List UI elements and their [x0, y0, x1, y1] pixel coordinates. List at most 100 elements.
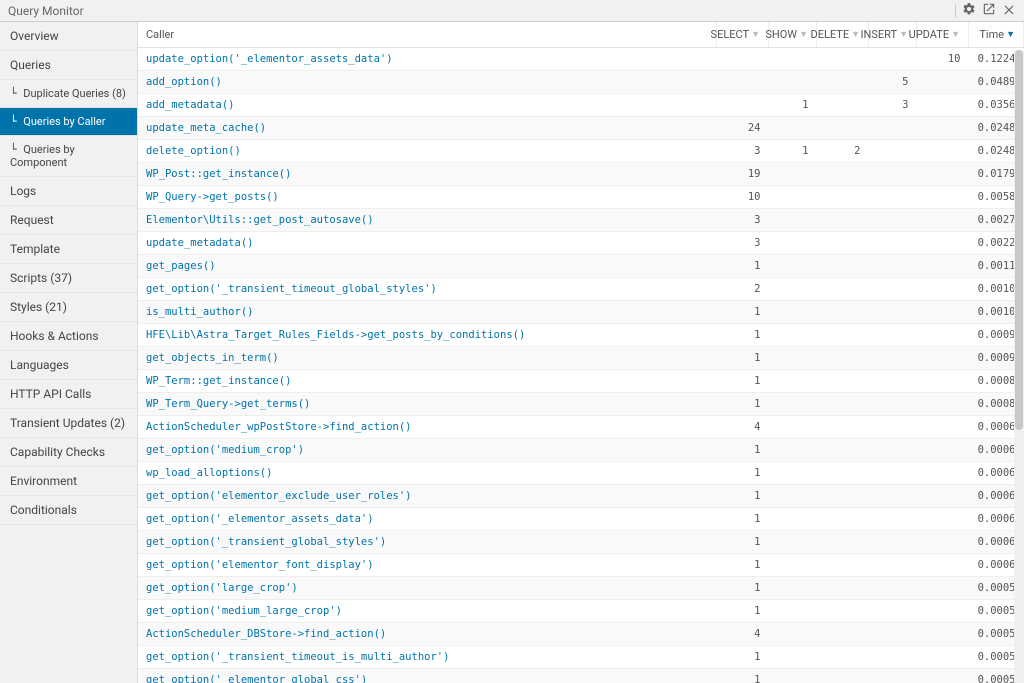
sidebar-item[interactable]: Transient Updates (2) [0, 409, 137, 438]
cell-caller[interactable]: update_meta_cache() [138, 117, 717, 140]
cell-delete [817, 71, 869, 94]
cell-update [917, 163, 969, 186]
close-icon[interactable] [1002, 2, 1016, 19]
sidebar-item[interactable]: Overview [0, 22, 137, 51]
sidebar-item[interactable]: Queries [0, 51, 137, 80]
cell-show [769, 646, 817, 669]
sidebar-item[interactable]: Styles (21) [0, 293, 137, 322]
cell-update [917, 278, 969, 301]
popout-icon[interactable] [982, 2, 996, 19]
cell-caller[interactable]: Elementor\Utils::get_post_autosave() [138, 209, 717, 232]
table-scroll[interactable]: Caller SELECT▼ SHOW▼ DELETE▼ [138, 22, 1024, 683]
col-time-label: Time [979, 28, 1004, 41]
cell-caller[interactable]: WP_Query->get_posts() [138, 186, 717, 209]
cell-caller[interactable]: update_option('_elementor_assets_data') [138, 48, 717, 71]
cell-delete [817, 163, 869, 186]
cell-insert [869, 48, 917, 71]
cell-update [917, 508, 969, 531]
col-show-label: SHOW [765, 28, 797, 41]
cell-caller[interactable]: get_option('_transient_timeout_global_st… [138, 278, 717, 301]
sidebar-item[interactable]: └ Queries by Component [0, 136, 137, 177]
cell-update [917, 370, 969, 393]
table-row: wp_load_alloptions()10.0006 [138, 462, 1024, 485]
col-update[interactable]: UPDATE▼ [917, 22, 969, 48]
cell-caller[interactable]: ActionScheduler_wpPostStore->find_action… [138, 416, 717, 439]
cell-show [769, 669, 817, 683]
cell-caller[interactable]: get_pages() [138, 255, 717, 278]
cell-select: 1 [717, 554, 769, 577]
cell-caller[interactable]: get_option('_elementor_assets_data') [138, 508, 717, 531]
cell-caller[interactable]: get_option('_transient_global_styles') [138, 531, 717, 554]
cell-caller[interactable]: is_multi_author() [138, 301, 717, 324]
cell-delete [817, 324, 869, 347]
col-show[interactable]: SHOW▼ [769, 22, 817, 48]
scrollbar-thumb[interactable] [1015, 50, 1023, 430]
table-header-row: Caller SELECT▼ SHOW▼ DELETE▼ [138, 22, 1024, 48]
cell-caller[interactable]: HFE\Lib\Astra_Target_Rules_Fields->get_p… [138, 324, 717, 347]
sidebar-item[interactable]: Languages [0, 351, 137, 380]
cell-delete [817, 577, 869, 600]
cell-caller[interactable]: delete_option() [138, 140, 717, 163]
cell-caller[interactable]: update_metadata() [138, 232, 717, 255]
sidebar-item[interactable]: HTTP API Calls [0, 380, 137, 409]
col-select[interactable]: SELECT▼ [717, 22, 769, 48]
app-frame: Query Monitor OverviewQueries└ Duplicate… [0, 0, 1024, 683]
cell-show [769, 117, 817, 140]
table-row: get_option('elementor_exclude_user_roles… [138, 485, 1024, 508]
cell-delete [817, 462, 869, 485]
sidebar-item-label: Hooks & Actions [10, 329, 99, 343]
cell-delete [817, 186, 869, 209]
cell-caller[interactable]: get_option('medium_large_crop') [138, 600, 717, 623]
cell-update [917, 577, 969, 600]
cell-caller[interactable]: get_option('_transient_timeout_is_multi_… [138, 646, 717, 669]
sidebar-item[interactable]: └ Duplicate Queries (8) [0, 80, 137, 108]
cell-caller[interactable]: get_option('medium_crop') [138, 439, 717, 462]
table-row: add_option()50.0489 [138, 71, 1024, 94]
cell-caller[interactable]: add_option() [138, 71, 717, 94]
cell-caller[interactable]: WP_Term_Query->get_terms() [138, 393, 717, 416]
cell-caller[interactable]: WP_Term::get_instance() [138, 370, 717, 393]
sidebar-item[interactable]: Conditionals [0, 496, 137, 525]
cell-insert [869, 117, 917, 140]
cell-show [769, 439, 817, 462]
sidebar-item-label: Overview [10, 29, 59, 43]
sidebar-item[interactable]: └ Queries by Caller [0, 108, 137, 136]
col-insert-label: INSERT [861, 28, 898, 41]
cell-caller[interactable]: get_objects_in_term() [138, 347, 717, 370]
cell-caller[interactable]: get_option('large_crop') [138, 577, 717, 600]
cell-caller[interactable]: get_option('elementor_exclude_user_roles… [138, 485, 717, 508]
table-row: get_option('_elementor_assets_data')10.0… [138, 508, 1024, 531]
cell-select: 3 [717, 232, 769, 255]
col-time[interactable]: Time▼ [969, 22, 1024, 48]
cell-select: 1 [717, 600, 769, 623]
col-caller-label: Caller [146, 28, 174, 41]
cell-caller[interactable]: wp_load_alloptions() [138, 462, 717, 485]
sidebar-item[interactable]: Capability Checks [0, 438, 137, 467]
table-row: get_option('_transient_timeout_global_st… [138, 278, 1024, 301]
cell-caller[interactable]: get_option('_elementor_global_css') [138, 669, 717, 683]
cell-caller[interactable]: WP_Post::get_instance() [138, 163, 717, 186]
cell-caller[interactable]: get_option('elementor_font_display') [138, 554, 717, 577]
sidebar-item[interactable]: Scripts (37) [0, 264, 137, 293]
cell-select: 10 [717, 186, 769, 209]
settings-icon[interactable] [962, 2, 976, 19]
sidebar-item[interactable]: Hooks & Actions [0, 322, 137, 351]
sidebar-item[interactable]: Environment [0, 467, 137, 496]
cell-select: 1 [717, 301, 769, 324]
cell-update [917, 209, 969, 232]
col-caller[interactable]: Caller [138, 22, 717, 48]
sidebar-item[interactable]: Template [0, 235, 137, 264]
sidebar-item-label: Duplicate Queries (8) [23, 87, 126, 100]
sidebar-item[interactable]: Logs [0, 177, 137, 206]
cell-caller[interactable]: ActionScheduler_DBStore->find_action() [138, 623, 717, 646]
scrollbar[interactable] [1014, 50, 1024, 683]
cell-show [769, 485, 817, 508]
cell-delete [817, 623, 869, 646]
cell-caller[interactable]: add_metadata() [138, 94, 717, 117]
table-row: get_option('_transient_global_styles')10… [138, 531, 1024, 554]
header-divider [955, 4, 956, 18]
cell-insert [869, 416, 917, 439]
cell-show: 1 [769, 140, 817, 163]
sidebar-item[interactable]: Request [0, 206, 137, 235]
cell-show [769, 508, 817, 531]
